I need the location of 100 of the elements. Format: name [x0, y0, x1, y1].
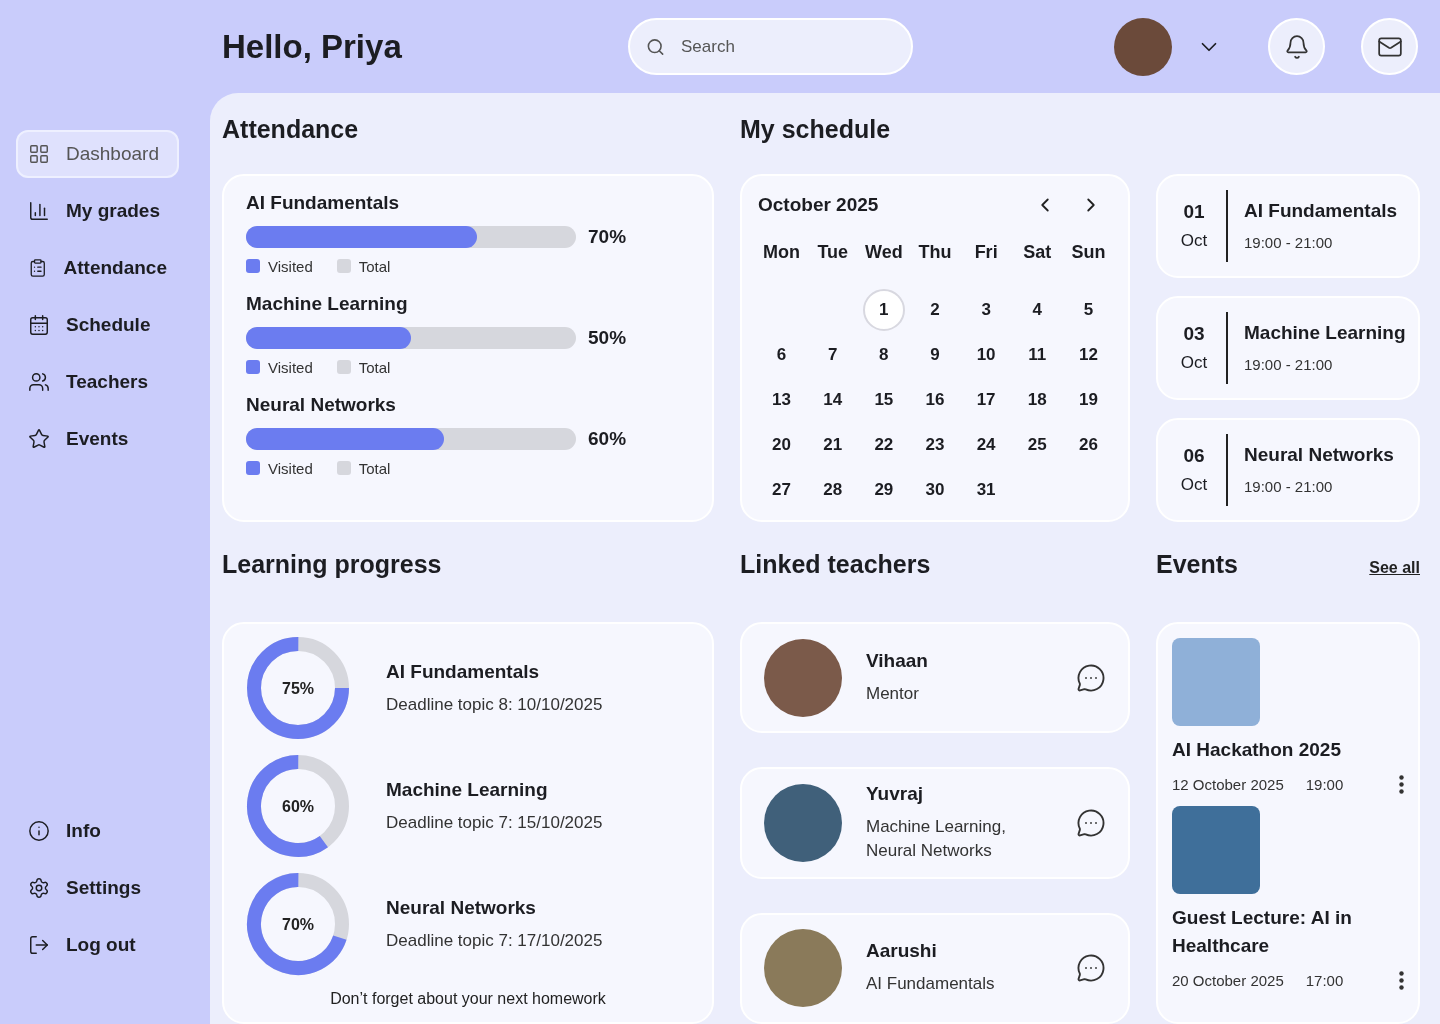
calendar-day[interactable]: 4 — [1016, 289, 1059, 331]
bell-icon — [1283, 33, 1310, 60]
donut-chart: 70% — [246, 872, 350, 976]
legend-item: Visited — [246, 459, 313, 477]
lesson-time: 19:00 - 21:00 — [1244, 478, 1334, 495]
weekday-label: Sun — [1071, 242, 1106, 263]
lesson-title: Neural Networks — [1244, 444, 1394, 466]
lesson-time: 19:00 - 21:00 — [1244, 234, 1334, 251]
see-all-link[interactable]: See all — [1369, 558, 1420, 577]
users-icon — [28, 371, 50, 393]
logout-icon — [28, 934, 50, 956]
lesson-title: AI Fundamentals — [1244, 200, 1398, 222]
teacher-name: Yuvraj — [866, 783, 925, 806]
calendar-day[interactable]: 1 — [862, 289, 905, 331]
calendar-day[interactable]: 2 — [914, 289, 956, 331]
sidebar-item[interactable]: Teachers — [16, 358, 179, 406]
sidebar-item[interactable]: My grades — [16, 187, 179, 235]
teacher-role: Mentor — [866, 682, 920, 705]
donut-chart: 75% — [246, 636, 350, 740]
calendar-day[interactable]: 21 — [811, 424, 854, 466]
weekday-label: Sat — [1023, 242, 1052, 263]
search-field[interactable]: Search — [628, 18, 913, 75]
calendar-day[interactable]: 29 — [862, 469, 905, 511]
more-options-button[interactable] — [1399, 970, 1404, 990]
chart-icon — [28, 200, 50, 222]
calendar-day[interactable]: 3 — [965, 289, 1008, 331]
calendar-day[interactable]: 8 — [862, 334, 905, 376]
calendar-day[interactable]: 5 — [1067, 289, 1110, 331]
event-date: 20 October 2025 — [1172, 971, 1284, 989]
lesson-time: 19:00 - 21:00 — [1244, 356, 1334, 373]
lesson-day: 01 — [1183, 200, 1205, 223]
calendar-day[interactable]: 16 — [914, 379, 956, 421]
settings-icon — [28, 877, 50, 899]
month-label: October 2025 — [758, 193, 880, 216]
weekday-label: Fri — [974, 242, 998, 263]
course-name: AI Fundamentals — [246, 191, 401, 214]
sidebar-item[interactable]: Dashboard — [16, 130, 179, 178]
calendar-day[interactable]: 20 — [760, 424, 803, 466]
greeting-title: Hello, Priya — [222, 27, 403, 66]
chat-bubble-icon — [1076, 808, 1106, 838]
calendar-day[interactable]: 25 — [1016, 424, 1059, 466]
sidebar-item[interactable]: Events — [16, 415, 179, 463]
calendar-day[interactable]: 18 — [1016, 379, 1059, 421]
calendar-day[interactable]: 7 — [811, 334, 854, 376]
lesson-title: Machine Learning — [1244, 322, 1406, 344]
search-input[interactable]: Search — [679, 35, 895, 58]
calendar-day[interactable]: 11 — [1016, 334, 1059, 376]
teacher-role: Machine Learning, Neural Networks — [866, 816, 1007, 862]
lesson-card[interactable]: 01 Oct AI Fundamentals 19:00 - 21:00 — [1156, 173, 1420, 278]
calendar-day[interactable]: 27 — [760, 469, 803, 511]
legend-item: Visited — [246, 257, 313, 275]
lesson-month: Oct — [1180, 352, 1208, 373]
legend-item: Total — [336, 459, 391, 477]
chat-button[interactable] — [1076, 953, 1106, 984]
teacher-name: Aarushi — [866, 940, 938, 963]
calendar-day[interactable]: 22 — [862, 424, 905, 466]
calendar-day[interactable]: 28 — [811, 469, 854, 511]
sidebar-item[interactable]: Schedule — [16, 301, 179, 349]
calendar-day[interactable]: 23 — [914, 424, 956, 466]
calendar-day[interactable]: 14 — [811, 379, 854, 421]
chat-bubble-icon — [1076, 953, 1106, 984]
lesson-card[interactable]: 03 Oct Machine Learning 19:00 - 21:00 — [1156, 295, 1420, 400]
star-icon — [28, 428, 50, 450]
calendar-day[interactable]: 13 — [760, 379, 803, 421]
lesson-card[interactable]: 06 Oct Neural Networks 19:00 - 21:00 — [1156, 417, 1420, 522]
sidebar-item[interactable]: Attendance — [16, 244, 179, 292]
weekday-label: Thu — [918, 242, 952, 263]
calendar-day[interactable]: 30 — [914, 469, 956, 511]
calendar-day[interactable]: 19 — [1067, 379, 1110, 421]
calendar-day[interactable]: 31 — [965, 469, 1008, 511]
sidebar-item[interactable]: Settings — [16, 864, 179, 912]
chat-button[interactable] — [1076, 808, 1106, 838]
calendar-day[interactable]: 6 — [760, 334, 803, 376]
sidebar-item[interactable]: Info — [16, 807, 179, 855]
calendar-icon — [28, 314, 50, 336]
calendar-day[interactable]: 9 — [914, 334, 956, 376]
calendar-day[interactable]: 26 — [1067, 424, 1110, 466]
weekday-label: Wed — [865, 242, 903, 263]
calendar-day[interactable]: 15 — [862, 379, 905, 421]
homework-reminder: Don’t forget about your next homework — [329, 990, 607, 1008]
calendar-day[interactable]: 17 — [965, 379, 1008, 421]
course-name: Machine Learning — [246, 292, 409, 315]
clipboard-icon — [28, 257, 48, 279]
section-title: Events — [1156, 549, 1238, 579]
notifications-button[interactable] — [1268, 18, 1325, 75]
calendar-day[interactable]: 12 — [1067, 334, 1110, 376]
kebab-menu-icon — [1399, 970, 1404, 990]
teacher-role: AI Fundamentals — [866, 973, 996, 996]
more-options-button[interactable] — [1399, 774, 1404, 794]
chat-button[interactable] — [1076, 662, 1106, 693]
legend-item: Total — [336, 358, 391, 376]
section-title: Learning progress — [222, 549, 442, 579]
calendar-day[interactable]: 10 — [965, 334, 1008, 376]
user-avatar[interactable] — [1114, 17, 1172, 76]
calendar-day[interactable]: 24 — [965, 424, 1008, 466]
sidebar-item[interactable]: Log out — [16, 921, 179, 969]
course-name: Machine Learning — [386, 779, 549, 801]
legend-item: Total — [336, 257, 391, 275]
mail-button[interactable] — [1361, 18, 1418, 75]
event-time: 19:00 — [1305, 775, 1344, 793]
